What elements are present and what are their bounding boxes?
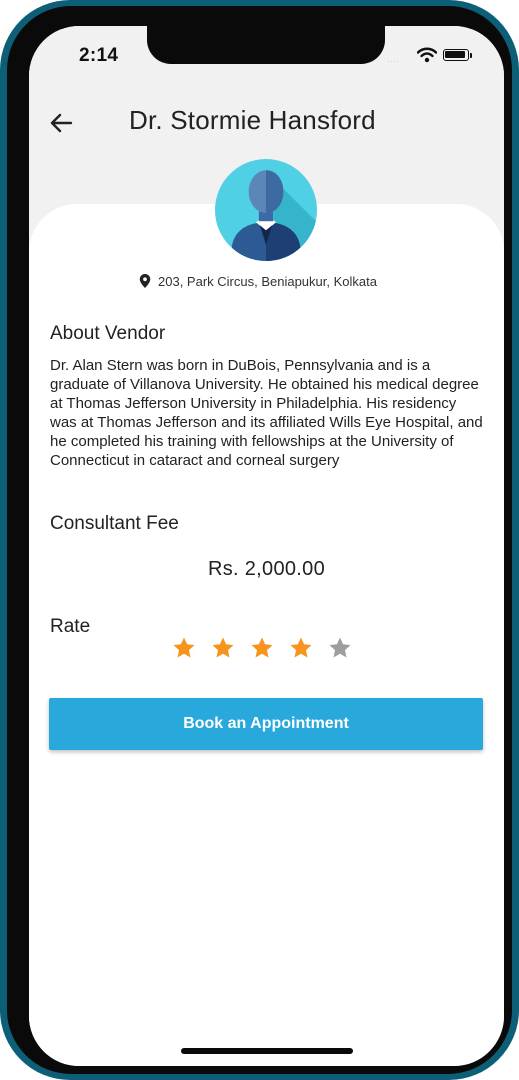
address-text: 203, Park Circus, Beniapukur, Kolkata	[158, 273, 377, 289]
signal-icon: ....	[387, 55, 400, 64]
back-arrow-icon[interactable]	[47, 109, 75, 137]
battery-icon	[443, 49, 469, 61]
phone-frame: 2:14 .... Dr. Stormie Hansford 203, Park…	[0, 0, 519, 1080]
status-icons: ....	[387, 47, 479, 64]
phone-bezel: 2:14 .... Dr. Stormie Hansford 203, Park…	[7, 6, 512, 1074]
screen: 2:14 .... Dr. Stormie Hansford 203, Park…	[29, 26, 504, 1066]
star-empty-icon[interactable]	[328, 636, 352, 660]
status-time: 2:14	[79, 45, 119, 66]
star-rating[interactable]	[172, 636, 352, 660]
about-text: Dr. Alan Stern was born in DuBois, Penns…	[50, 357, 483, 469]
map-pin-icon	[139, 274, 151, 288]
doctor-avatar-icon	[215, 159, 317, 261]
page-title: Dr. Stormie Hansford	[129, 105, 376, 135]
wifi-icon	[417, 47, 437, 63]
address-row: 203, Park Circus, Beniapukur, Kolkata	[139, 271, 377, 291]
fee-value: Rs. 2,000.00	[207, 558, 325, 580]
about-heading: About Vendor	[50, 323, 166, 344]
battery-tip	[470, 53, 472, 58]
home-indicator	[181, 1048, 353, 1054]
notch	[147, 26, 385, 64]
book-appointment-button[interactable]: Book an Appointment	[49, 698, 483, 750]
star-filled-icon[interactable]	[211, 636, 235, 660]
star-filled-icon[interactable]	[172, 636, 196, 660]
rate-heading: Rate	[50, 616, 91, 637]
fee-heading: Consultant Fee	[50, 513, 179, 534]
star-filled-icon[interactable]	[250, 636, 274, 660]
star-filled-icon[interactable]	[289, 636, 313, 660]
